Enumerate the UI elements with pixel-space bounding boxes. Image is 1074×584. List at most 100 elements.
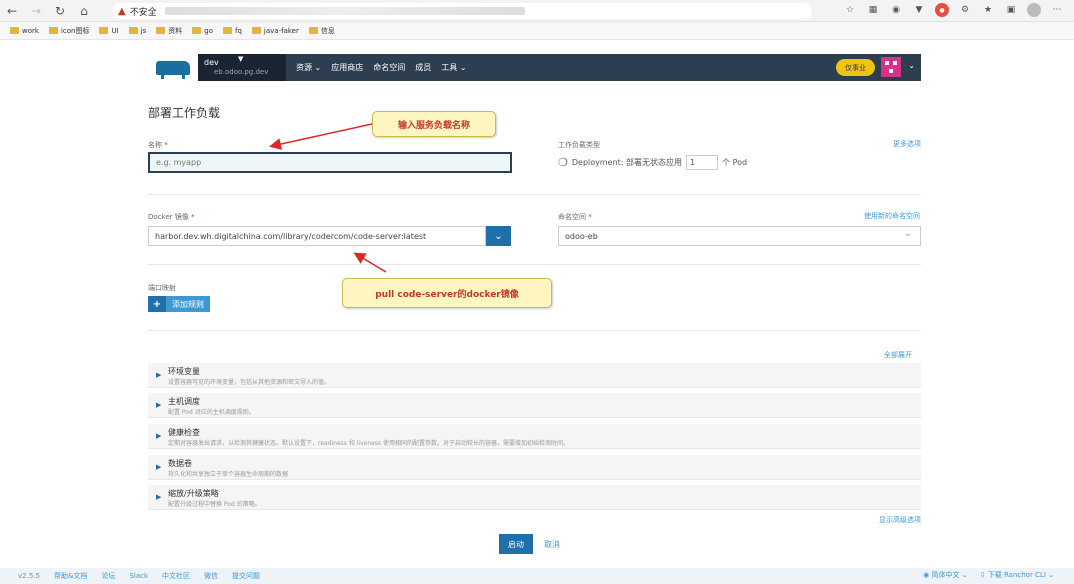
forward-icon[interactable]: → — [24, 0, 48, 22]
menu-namespaces[interactable]: 命名空间 — [373, 62, 405, 73]
menu-resources[interactable]: 资源 ⌄ — [296, 62, 321, 73]
footer-link-issue[interactable]: 提交问题 — [232, 571, 260, 581]
folder-icon — [251, 27, 261, 34]
port-mapping-label: 端口映射 — [148, 284, 176, 292]
home-icon[interactable]: ⌂ — [72, 0, 96, 22]
language-selector[interactable]: ◉ 简体中文 ⌄ — [923, 570, 967, 580]
pod-unit: 个 Pod — [722, 158, 748, 167]
insecure-label: 不安全 — [129, 7, 157, 18]
globe-icon: ◉ — [923, 571, 930, 579]
footer-link-wechat[interactable]: 微信 — [204, 571, 218, 581]
accordion-volumes[interactable]: ▶ 数据卷 持久化和共享独立于单个容器生命周期的数据 — [148, 455, 921, 480]
app-header: dev ▼ eb.odoo.pg.dev 资源 ⌄ 应用商店 命名空间 成员 工… — [148, 54, 921, 81]
show-advanced-link[interactable]: 显示高级选项 — [879, 515, 921, 525]
menu-tools[interactable]: 工具 ⌄ — [441, 62, 466, 73]
bookmark-folder[interactable]: fq — [223, 27, 242, 35]
menu-members[interactable]: 成员 — [415, 62, 431, 73]
extension-icon[interactable]: ⚙ — [958, 3, 972, 17]
bookmark-folder[interactable]: 信息 — [308, 26, 335, 36]
chevron-down-icon: ⌄ — [459, 63, 467, 72]
workload-type-label: 工作负载类型 — [558, 141, 600, 149]
browser-toolbar: ← → ↻ ⌂ ▲ 不安全 ☆ ▦ ◉ ▼ ● ⚙ ★ ▣ ⋯ — [0, 0, 1074, 22]
menu-app-store[interactable]: 应用商店 — [331, 62, 363, 73]
folder-icon — [223, 27, 232, 34]
namespace-select[interactable]: odoo-eb — [558, 226, 921, 246]
expand-all-link[interactable]: 全部展开 — [884, 350, 912, 360]
docker-image-input[interactable]: harbor.dev.wh.digitalchina.com/library/c… — [148, 226, 486, 246]
profile-avatar[interactable] — [1027, 3, 1041, 17]
chevron-down-icon: ▼ — [238, 55, 244, 63]
footer-link-community[interactable]: 中文社区 — [162, 571, 190, 581]
divider — [148, 330, 921, 331]
url-blurred — [164, 7, 525, 15]
back-icon[interactable]: ← — [0, 0, 24, 22]
pod-count-input[interactable]: 1 — [686, 155, 719, 170]
bookmark-folder[interactable]: js — [128, 27, 146, 35]
accordion-scheduling[interactable]: ▶ 主机调度 配置 Pod 对应的主机调度规则。 — [148, 393, 921, 418]
bookmark-folder[interactable]: UI — [99, 27, 119, 35]
folder-icon — [48, 27, 58, 34]
cancel-button[interactable]: 取消 — [544, 539, 560, 550]
footer-link-forum[interactable]: 论坛 — [101, 571, 115, 581]
name-label: 名称 * — [148, 141, 168, 149]
env-name: dev — [204, 58, 219, 67]
bookmark-folder[interactable]: go — [192, 27, 213, 35]
namespace-label: 命名空间 * — [558, 213, 592, 221]
chevron-down-icon: ⌄ — [494, 230, 503, 242]
caret-right-icon: ▶ — [156, 401, 162, 409]
bookmark-folder[interactable]: 资料 — [156, 26, 182, 36]
rancher-cow-icon — [156, 60, 190, 79]
deployment-icon: ❍ — [558, 156, 568, 169]
extension-icon[interactable]: ● — [935, 3, 949, 17]
version: v2.5.5 — [18, 572, 40, 580]
bookmark-folder[interactable]: icon图标 — [48, 26, 89, 36]
divider — [148, 264, 921, 265]
download-cli-link[interactable]: ⇩ 下载 Ranchor CLI ⌄ — [980, 570, 1054, 580]
folder-icon — [128, 27, 138, 34]
footer: v2.5.5 帮助&文档 论坛 Slack 中文社区 微信 提交问题 — [0, 568, 1074, 584]
user-avatar[interactable] — [881, 57, 901, 77]
accordion-scaling[interactable]: ▶ 缩放/升级策略 配置升级过程中替换 Pod 的策略。 — [148, 485, 921, 510]
warning-icon: ▲ — [118, 5, 126, 17]
arrow-to-docker-image — [353, 252, 387, 273]
arrow-to-name-input — [269, 123, 373, 150]
caret-right-icon: ▶ — [156, 371, 162, 379]
launch-button[interactable]: 启动 — [499, 534, 533, 554]
bookmarks-bar: work icon图标 UI js 资料 go fq java-faker 信息 — [0, 22, 1074, 40]
address-bar[interactable]: ▲ 不安全 — [112, 3, 812, 19]
image-dropdown-button[interactable]: ⌄ — [486, 226, 511, 246]
footer-link-help[interactable]: 帮助&文档 — [54, 571, 87, 581]
folder-icon — [10, 27, 19, 34]
bookmark-folder[interactable]: work — [10, 27, 39, 35]
caret-right-icon: ▶ — [156, 432, 162, 440]
env-sub: eb.odoo.pg.dev — [214, 68, 269, 76]
bookmark-folder[interactable]: java-faker — [251, 27, 299, 35]
add-namespace-link[interactable]: 使用新的命名空间 — [864, 211, 920, 221]
environment-switcher[interactable]: dev ▼ eb.odoo.pg.dev — [198, 54, 286, 81]
more-options-link[interactable]: 更多选项 — [893, 139, 921, 149]
accordion-env-vars[interactable]: ▶ 环境变量 设置容器可见的环境变量，包括从其他资源和密文导入的值。 — [148, 363, 921, 388]
chevron-down-icon: ⌄ — [314, 63, 322, 72]
bookmark-star-icon[interactable]: ☆ — [843, 3, 857, 17]
download-icon: ⇩ — [979, 571, 986, 579]
plus-icon: + — [148, 296, 166, 312]
chevron-down-icon[interactable]: ⌄ — [908, 61, 915, 70]
extension-icon[interactable]: ▦ — [866, 3, 880, 17]
footer-link-slack[interactable]: Slack — [129, 572, 148, 580]
favorites-icon[interactable]: ★ — [981, 3, 995, 17]
reload-icon[interactable]: ↻ — [48, 0, 72, 22]
name-input[interactable] — [148, 152, 512, 173]
rancher-logo[interactable] — [148, 54, 198, 81]
extension-icon[interactable]: ◉ — [889, 3, 903, 17]
collections-icon[interactable]: ▣ — [1004, 3, 1018, 17]
accordion-health-check[interactable]: ▶ 健康检查 定期对容器发出请求，以检测其健康状态。默认设置下，readines… — [148, 424, 921, 449]
extension-icon[interactable]: ▼ — [912, 3, 926, 17]
upgrade-button[interactable]: 仅事业 — [836, 59, 875, 76]
callout-name: 输入服务负载名称 — [372, 111, 496, 137]
add-rule-button[interactable]: + 添加规则 — [148, 296, 210, 312]
callout-image: pull code-server的docker镜像 — [342, 278, 552, 308]
divider — [148, 194, 921, 195]
folder-icon — [156, 27, 166, 34]
workload-type: ❍ Deployment: 部署无状态应用 1 个 Pod — [558, 155, 747, 170]
more-icon[interactable]: ⋯ — [1050, 3, 1064, 17]
